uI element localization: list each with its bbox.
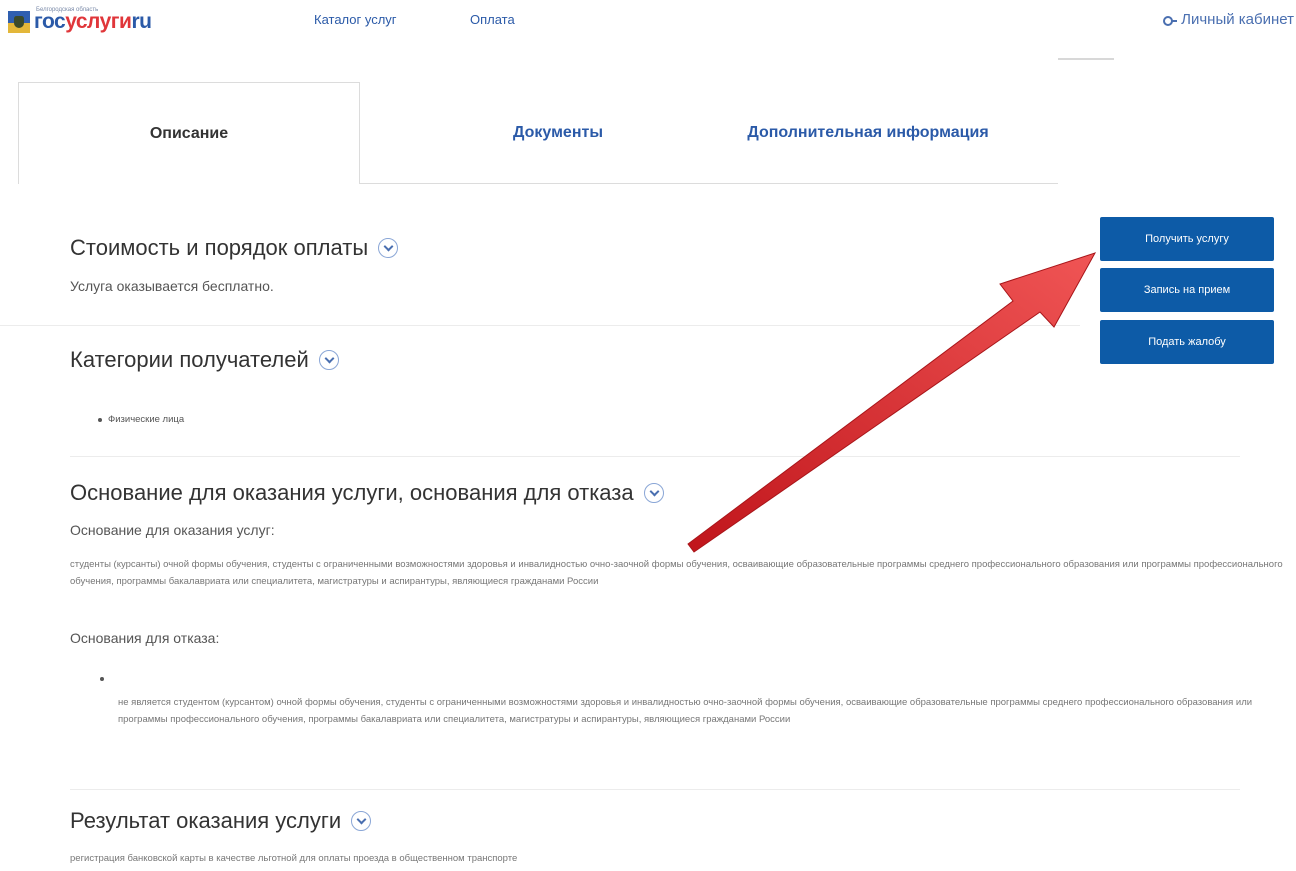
gosuslugi-logo[interactable]: Белгородская область госуслугиru xyxy=(8,7,152,34)
personal-cabinet-label: Личный кабинет xyxy=(1181,11,1294,28)
logo-region-tag: Белгородская область xyxy=(36,7,99,13)
cost-title-text: Стоимость и порядок оплаты xyxy=(70,235,369,260)
result-text: регистрация банковской карты в качестве … xyxy=(70,853,518,864)
logo-text: госуслугиru xyxy=(34,10,152,33)
section-divider xyxy=(70,789,1240,790)
tab-additional-info[interactable]: Дополнительная информация xyxy=(698,82,1038,184)
basis-subtitle: Основание для оказания услуг: xyxy=(70,522,275,538)
refusal-text: не является студентом (курсантом) очной … xyxy=(118,697,1253,725)
result-title-text: Результат оказания услуги xyxy=(70,808,342,833)
cost-section-title: Стоимость и порядок оплаты xyxy=(70,235,399,261)
section-divider xyxy=(70,456,1240,457)
chevron-down-icon[interactable] xyxy=(378,238,399,258)
top-header: Белгородская область госуслугиru Каталог… xyxy=(0,0,1296,46)
nav-catalog-link[interactable]: Каталог услуг xyxy=(314,12,397,27)
region-emblem-icon xyxy=(8,11,30,33)
list-bullet xyxy=(100,677,104,681)
nav-payment-link[interactable]: Оплата xyxy=(470,12,515,27)
header-divider xyxy=(1058,58,1114,60)
result-section-title: Результат оказания услуги xyxy=(70,808,372,834)
recipients-title-text: Категории получателей xyxy=(70,347,309,372)
tab-description[interactable]: Описание xyxy=(18,82,360,184)
get-service-button[interactable]: Получить услугу xyxy=(1100,217,1274,261)
personal-cabinet-link[interactable]: Личный кабинет xyxy=(1163,11,1294,28)
tab-documents[interactable]: Документы xyxy=(448,82,668,184)
appointment-button[interactable]: Запись на прием xyxy=(1100,268,1274,312)
chevron-down-icon[interactable] xyxy=(351,811,372,831)
chevron-down-icon[interactable] xyxy=(643,483,664,503)
section-divider xyxy=(0,325,1080,326)
recipient-item: Физические лица xyxy=(108,414,185,425)
complaint-button[interactable]: Подать жалобу xyxy=(1100,320,1274,364)
cost-text: Услуга оказывается бесплатно. xyxy=(70,278,274,294)
refusal-subtitle: Основания для отказа: xyxy=(70,630,220,646)
list-bullet xyxy=(98,418,102,422)
chevron-down-icon[interactable] xyxy=(318,350,339,370)
arrow-shape xyxy=(687,252,1097,553)
tab-bar: Описание Документы Дополнительная информ… xyxy=(18,82,1058,186)
key-icon xyxy=(1163,15,1178,26)
basis-title-text: Основание для оказания услуги, основания… xyxy=(70,480,634,505)
basis-section-title: Основание для оказания услуги, основания… xyxy=(70,480,664,506)
basis-text: студенты (курсанты) очной формы обучения… xyxy=(70,559,1283,587)
recipients-section-title: Категории получателей xyxy=(70,347,339,373)
